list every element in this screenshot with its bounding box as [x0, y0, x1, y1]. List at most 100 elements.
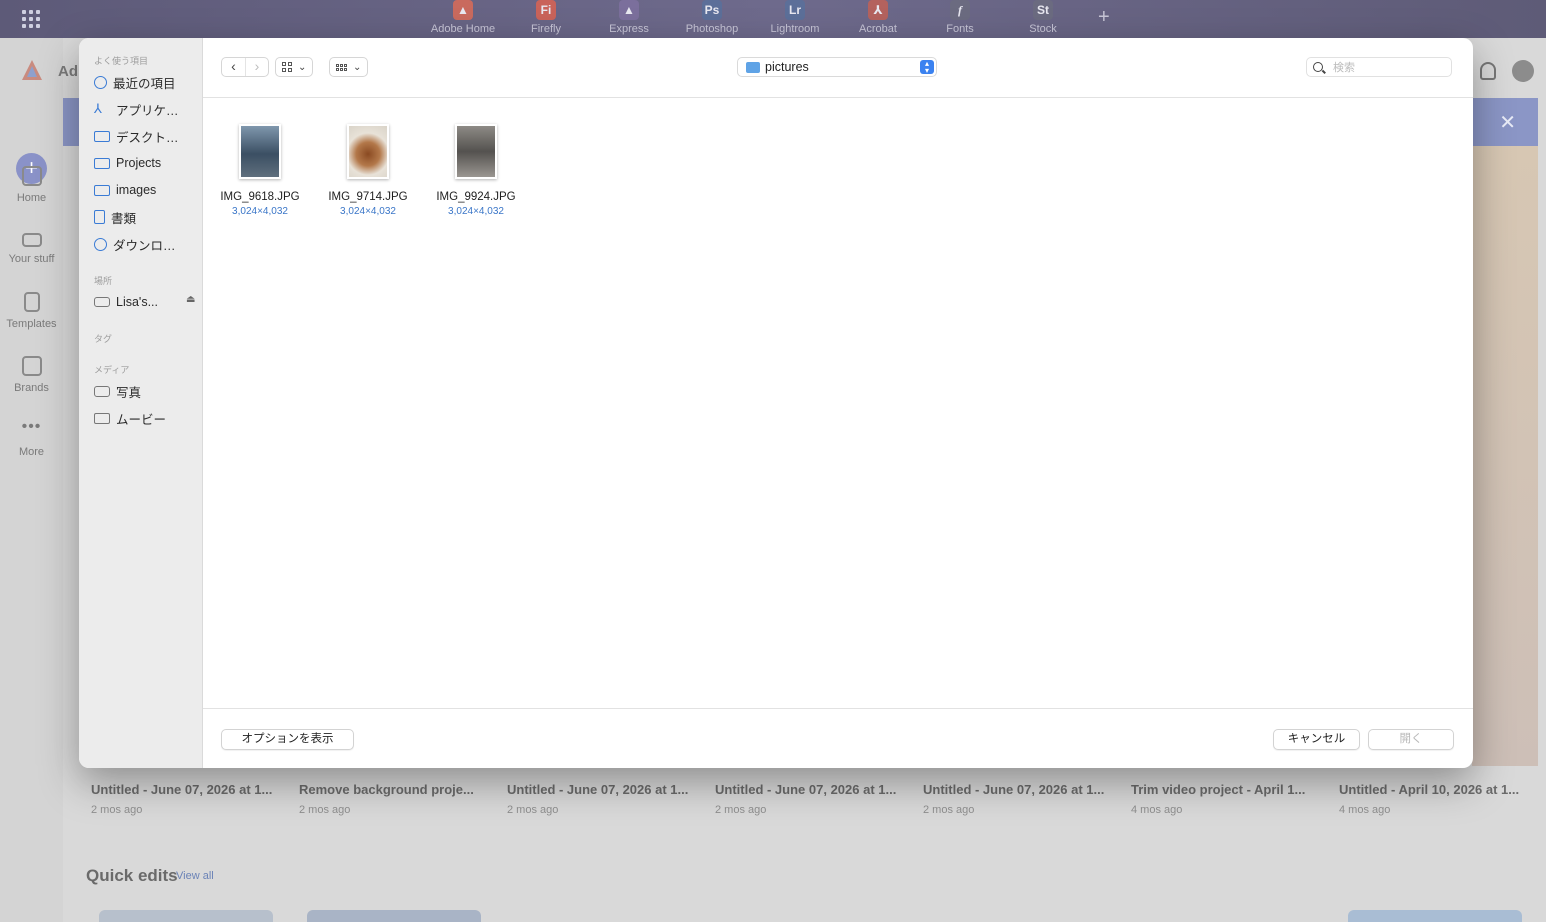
recent-files: Untitled - June 07, 2026 at 1... 2 mos ag… [91, 782, 1531, 822]
close-icon[interactable]: ✕ [1499, 110, 1516, 135]
recent-card[interactable]: Untitled - June 07, 2026 at 1... 2 mos ag… [507, 782, 707, 816]
file-item[interactable]: IMG_9714.JPG 3,024×4,032 [316, 124, 420, 217]
recent-title: Untitled - June 07, 2026 at 1... [507, 782, 689, 797]
tab-label: Acrobat [859, 23, 897, 35]
recent-card[interactable]: Untitled - April 10, 2026 at 1... 4 mos a… [1339, 782, 1539, 816]
recent-card[interactable]: Remove background proje... 2 mos ago [299, 782, 499, 816]
sidebar-item-label: ダウンロ… [113, 238, 176, 253]
quick-edit-card[interactable] [99, 910, 273, 922]
sidebar-item-label: デスクト… [116, 130, 179, 145]
chevron-down-icon: ⌄ [353, 61, 362, 73]
recent-card[interactable]: Untitled - June 07, 2026 at 1... 2 mos ag… [91, 782, 291, 816]
folder-icon [21, 233, 42, 247]
adobe-logo-icon: ▲ [453, 0, 473, 20]
search-placeholder: 検索 [1333, 62, 1355, 74]
sidebar-item-label: 最近の項目 [113, 76, 176, 91]
quick-edit-card[interactable] [1348, 910, 1522, 922]
tab-label: Fonts [946, 23, 974, 35]
tab-lightroom[interactable]: Lr Lightroom [755, 0, 835, 38]
back-button[interactable]: ‹ [222, 58, 245, 76]
hero-image [1472, 146, 1538, 766]
app-grid-icon[interactable] [22, 10, 40, 28]
tab-label: Photoshop [685, 23, 739, 35]
file-item[interactable]: IMG_9618.JPG 3,024×4,032 [208, 124, 312, 217]
rail-label: More [18, 446, 45, 458]
recent-title: Untitled - April 10, 2026 at 1... [1339, 782, 1520, 797]
location-popup[interactable]: pictures ▴ ▾ [737, 57, 937, 77]
file-thumbnail [239, 124, 281, 179]
recent-card[interactable]: Trim video project - April 1... 4 mos ago [1131, 782, 1331, 816]
document-icon [94, 210, 105, 224]
tab-label: Adobe Home [430, 23, 496, 35]
sidebar-item-label: 書類 [111, 211, 137, 226]
recent-time: 2 mos ago [923, 804, 975, 816]
quick-edit-card[interactable] [307, 910, 481, 922]
sidebar-item-recents[interactable]: 最近の項目 [94, 72, 198, 92]
rail-label: Home [16, 192, 47, 204]
folder-icon [746, 61, 760, 73]
forward-button[interactable]: › [244, 58, 268, 76]
rail-your-stuff[interactable]: Your stuff [0, 230, 63, 265]
rail-templates[interactable]: Templates [0, 292, 63, 330]
film-icon [94, 412, 110, 424]
notifications-icon[interactable] [1480, 62, 1496, 80]
icon-view-icon [282, 62, 292, 72]
sidebar-item-desktop[interactable]: デスクト… [94, 126, 198, 146]
sidebar-item-downloads[interactable]: ダウンロ… [94, 234, 198, 254]
avatar[interactable] [1512, 60, 1534, 82]
view-mode-button[interactable]: ⌄ [275, 57, 314, 77]
group-view-icon [336, 63, 347, 71]
rail-label: Templates [6, 318, 57, 330]
app-switcher-bar: ▲ Adobe Home Fi Firefly ▲ Express Ps Pho… [0, 0, 1546, 38]
acrobat-icon: ⅄ [868, 0, 888, 20]
camera-icon [94, 385, 110, 397]
recent-time: 2 mos ago [91, 804, 143, 816]
desktop-icon [94, 130, 110, 142]
sidebar-item-images[interactable]: images [94, 180, 198, 200]
open-file-dialog: よく使う項目 最近の項目 ⅄ アプリケ… デスクト… Projects image… [79, 38, 1473, 768]
view-all-link[interactable]: View all [176, 870, 214, 882]
tab-firefly[interactable]: Fi Firefly [506, 0, 586, 38]
sidebar-item-disk[interactable]: Lisa's... ⏏ [94, 292, 198, 312]
media-header: メディア [94, 365, 130, 375]
tab-acrobat[interactable]: ⅄ Acrobat [838, 0, 918, 38]
sidebar-item-photos[interactable]: 写真 [94, 381, 198, 401]
recent-title: Untitled - June 07, 2026 at 1... [923, 782, 1105, 797]
tab-adobe-home[interactable]: ▲ Adobe Home [423, 0, 503, 38]
firefly-icon: Fi [536, 0, 556, 20]
recent-time: 4 mos ago [1131, 804, 1183, 816]
open-button[interactable]: 開く [1368, 729, 1454, 750]
dialog-footer: オプションを表示 キャンセル 開く [203, 708, 1473, 768]
recent-title: Trim video project - April 1... [1131, 782, 1306, 797]
file-name: IMG_9924.JPG [436, 191, 516, 203]
stock-icon: St [1033, 0, 1053, 20]
clock-icon [94, 75, 107, 89]
recent-card[interactable]: Untitled - June 07, 2026 at 1... 2 mos ag… [923, 782, 1123, 816]
eject-icon[interactable]: ⏏ [186, 294, 195, 305]
show-options-button[interactable]: オプションを表示 [221, 729, 354, 750]
express-logo-icon [22, 60, 42, 80]
tab-stock[interactable]: St Stock [1003, 0, 1083, 38]
sidebar-item-movies[interactable]: ムービー [94, 408, 198, 428]
tab-photoshop[interactable]: Ps Photoshop [672, 0, 752, 38]
rail-brands[interactable]: Brands [0, 356, 63, 394]
recent-card[interactable]: Untitled - June 07, 2026 at 1... 2 mos ag… [715, 782, 915, 816]
tab-fonts[interactable]: f Fonts [920, 0, 1000, 38]
add-app-button[interactable]: + [1098, 6, 1110, 29]
more-icon: ••• [21, 418, 42, 435]
sidebar-item-documents[interactable]: 書類 [94, 207, 198, 227]
rail-home[interactable]: Home [0, 166, 63, 204]
recent-title: Untitled - June 07, 2026 at 1... [715, 782, 897, 797]
sidebar-item-applications[interactable]: ⅄ アプリケ… [94, 99, 198, 119]
cancel-button[interactable]: キャンセル [1273, 729, 1360, 750]
group-mode-button[interactable]: ⌄ [329, 57, 369, 77]
sidebar-item-label: Projects [116, 156, 162, 170]
file-item[interactable]: IMG_9924.JPG 3,024×4,032 [424, 124, 528, 217]
search-input[interactable]: 検索 [1306, 57, 1452, 77]
locations-header: 場所 [94, 276, 113, 286]
rail-more[interactable]: ••• More [0, 418, 63, 459]
popup-arrows-icon: ▴ ▾ [920, 60, 934, 75]
sidebar-item-projects[interactable]: Projects [94, 153, 198, 173]
tab-express[interactable]: ▲ Express [589, 0, 669, 38]
dialog-toolbar: ‹ › ⌄ ⌄ pictures ▴ ▾ 検索 [203, 38, 1473, 98]
